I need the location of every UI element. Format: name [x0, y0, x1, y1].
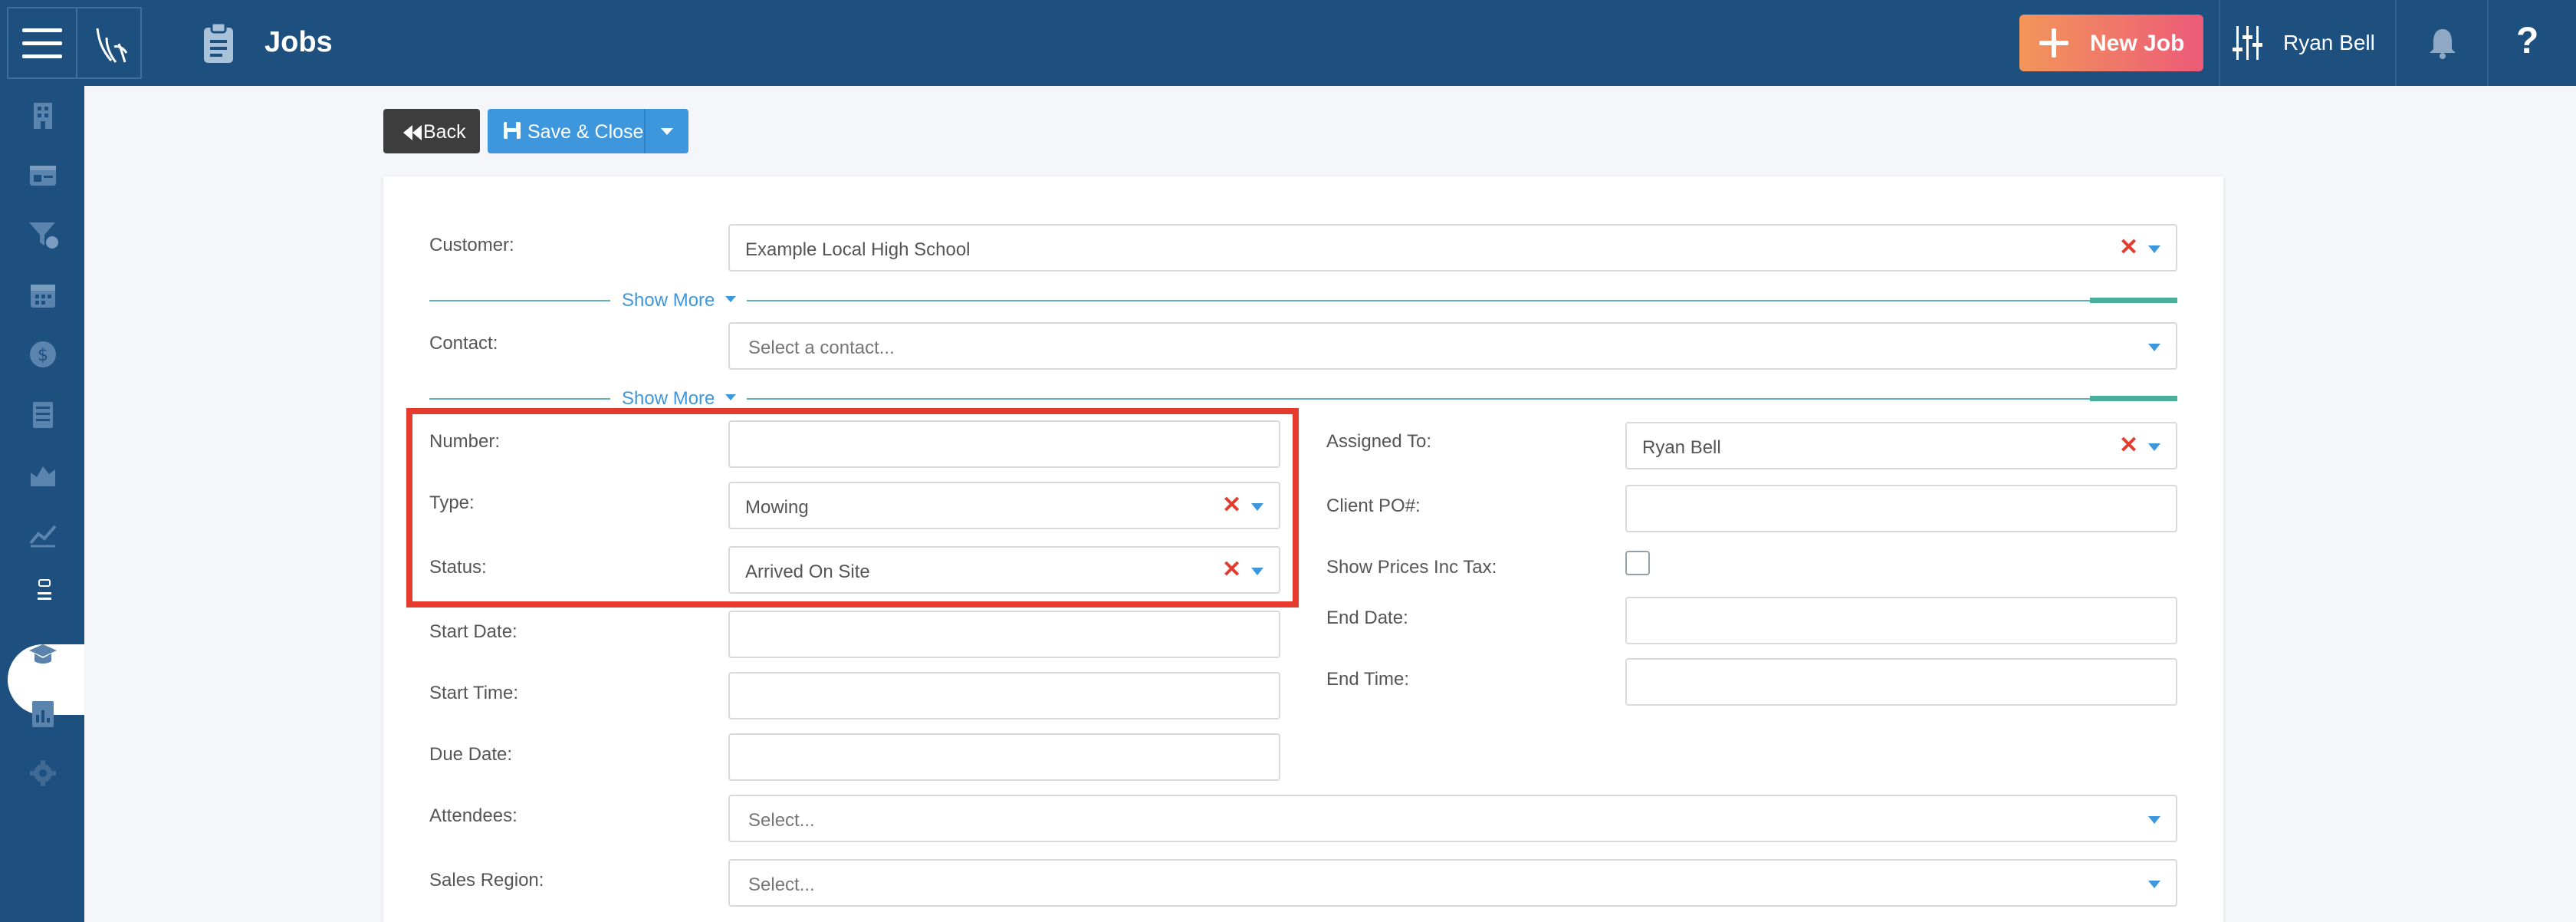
- svg-text:$: $: [38, 346, 48, 365]
- back-label: Back: [423, 121, 466, 143]
- back-button[interactable]: Back: [383, 109, 480, 153]
- caret-down-icon[interactable]: [725, 394, 736, 400]
- show-prices-inc-tax-checkbox[interactable]: [1625, 551, 1650, 575]
- save-close-label: Save & Close: [527, 121, 644, 143]
- gear-icon[interactable]: [28, 758, 58, 789]
- start-date-label: Start Date:: [429, 621, 518, 642]
- report-icon[interactable]: [28, 698, 58, 729]
- id-card-icon[interactable]: [28, 160, 58, 190]
- page-title: Jobs: [264, 26, 333, 58]
- contact-select[interactable]: Select a contact...: [728, 322, 2177, 370]
- new-job-button[interactable]: New Job: [2019, 15, 2203, 71]
- start-time-label: Start Time:: [429, 683, 519, 703]
- assigned-to-select[interactable]: Ryan Bell ✕: [1625, 422, 2177, 469]
- sales-region-placeholder: Select...: [748, 874, 815, 895]
- due-date-label: Due Date:: [429, 744, 513, 765]
- help-icon[interactable]: ?: [2516, 20, 2538, 62]
- start-date-input[interactable]: [728, 611, 1280, 658]
- contact-label: Contact:: [429, 333, 498, 354]
- divider-line: [429, 300, 610, 301]
- customer-value: Example Local High School: [745, 239, 971, 260]
- double-left-arrow-icon: [403, 123, 422, 146]
- topbar-separator: [2219, 0, 2220, 86]
- divider-accent: [2090, 396, 2177, 401]
- show-more-link[interactable]: Show More: [622, 290, 715, 311]
- topbar-separator: [2487, 0, 2489, 86]
- chevron-down-icon[interactable]: [661, 128, 673, 135]
- due-date-input[interactable]: [728, 733, 1280, 781]
- building-icon[interactable]: [28, 100, 58, 130]
- split-divider: [644, 109, 646, 153]
- menu-logo-box: [7, 7, 142, 79]
- divider-line: [747, 300, 2177, 301]
- graduation-cap-icon[interactable]: [28, 638, 58, 669]
- leaf-logo-icon[interactable]: [91, 24, 134, 67]
- end-time-input[interactable]: [1625, 658, 2177, 706]
- chart-area-icon[interactable]: [28, 459, 58, 489]
- show-more-link[interactable]: Show More: [622, 388, 715, 410]
- caret-down-icon[interactable]: [725, 296, 736, 302]
- end-time-label: End Time:: [1326, 669, 1410, 690]
- customer-select[interactable]: Example Local High School ✕: [728, 224, 2177, 272]
- divider-line: [429, 398, 610, 400]
- chevron-down-icon[interactable]: [2148, 816, 2160, 824]
- divider-line: [747, 398, 2177, 400]
- bell-icon[interactable]: [2426, 26, 2459, 60]
- filter-dollar-icon[interactable]: [28, 219, 58, 250]
- assigned-to-label: Assigned To:: [1326, 431, 1431, 452]
- contact-placeholder: Select a contact...: [748, 338, 895, 358]
- sales-region-select[interactable]: Select...: [728, 859, 2177, 907]
- new-job-label: New Job: [2090, 31, 2185, 56]
- chevron-down-icon[interactable]: [2148, 245, 2160, 253]
- divider-accent: [2090, 298, 2177, 303]
- sidebar: $: [0, 86, 84, 922]
- calendar-icon[interactable]: [28, 279, 58, 310]
- chevron-down-icon[interactable]: [2148, 344, 2160, 351]
- dollar-icon[interactable]: $: [28, 339, 58, 370]
- clipboard-icon: [204, 21, 233, 63]
- attendees-label: Attendees:: [429, 805, 518, 826]
- save-close-button[interactable]: Save & Close: [488, 109, 688, 153]
- attendees-select[interactable]: Select...: [728, 795, 2177, 842]
- chevron-down-icon[interactable]: [2148, 881, 2160, 888]
- client-po-input[interactable]: [1625, 485, 2177, 532]
- plus-icon: [2039, 28, 2068, 58]
- highlight-box: [406, 408, 1299, 608]
- client-po-label: Client PO#:: [1326, 496, 1421, 516]
- customer-label: Customer:: [429, 235, 514, 255]
- menu-divider: [76, 8, 77, 77]
- list-icon[interactable]: [28, 399, 58, 430]
- save-disk-icon: [504, 122, 521, 139]
- hamburger-menu-icon[interactable]: [22, 28, 62, 59]
- sliders-icon[interactable]: [2233, 26, 2263, 60]
- topbar-separator: [2395, 0, 2397, 86]
- show-prices-inc-tax-label: Show Prices Inc Tax:: [1326, 557, 1497, 578]
- trend-icon[interactable]: [28, 519, 58, 549]
- attendees-placeholder: Select...: [748, 810, 815, 831]
- top-bar: Jobs New Job Ryan Bell ?: [0, 0, 2576, 86]
- start-time-input[interactable]: [728, 672, 1280, 719]
- assigned-to-value: Ryan Bell: [1642, 437, 1721, 458]
- chevron-down-icon[interactable]: [2148, 443, 2160, 451]
- clear-x-icon[interactable]: ✕: [2119, 236, 2138, 259]
- end-date-label: End Date:: [1326, 608, 1408, 628]
- clear-x-icon[interactable]: ✕: [2119, 434, 2138, 457]
- user-name[interactable]: Ryan Bell: [2283, 31, 2375, 55]
- sales-region-label: Sales Region:: [429, 870, 544, 891]
- clipboard-icon[interactable]: [29, 578, 60, 609]
- end-date-input[interactable]: [1625, 597, 2177, 644]
